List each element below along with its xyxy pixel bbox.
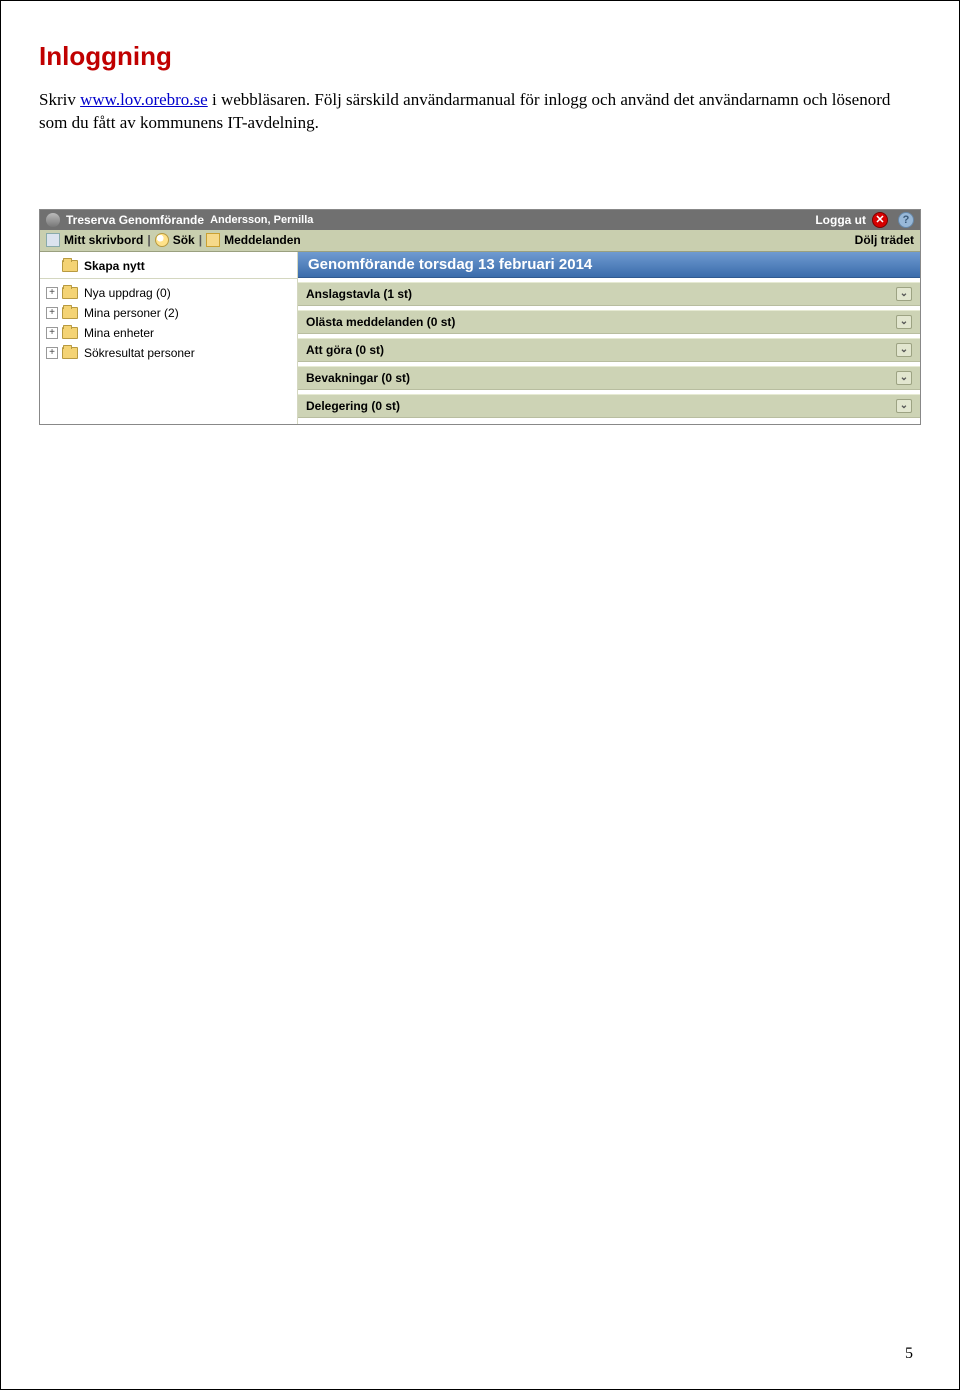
main-header: Genomförande torsdag 13 februari 2014 <box>298 252 920 278</box>
folder-icon <box>62 347 78 359</box>
nav-tree: Skapa nytt + Nya uppdrag (0) + Mina pers… <box>40 252 298 424</box>
app-screenshot: Treserva Genomförande Andersson, Pernill… <box>39 209 921 425</box>
panel-label: Att göra (0 st) <box>306 343 384 357</box>
tree-item-create[interactable]: Skapa nytt <box>40 256 297 279</box>
intro-paragraph: Skriv www.lov.orebro.se i webbläsaren. F… <box>39 89 921 135</box>
page-number: 5 <box>905 1345 913 1363</box>
intro-link[interactable]: www.lov.orebro.se <box>80 90 208 109</box>
expand-icon[interactable]: + <box>46 327 58 339</box>
tree-label: Mina personer (2) <box>84 306 179 320</box>
chevron-down-icon[interactable]: ⌄ <box>896 399 912 413</box>
app-body: Skapa nytt + Nya uppdrag (0) + Mina pers… <box>40 252 920 424</box>
tab-desktop[interactable]: Mitt skrivbord <box>64 233 143 247</box>
close-icon[interactable]: ✕ <box>872 212 888 228</box>
panel-label: Anslagstavla (1 st) <box>306 287 412 301</box>
main-pane: Genomförande torsdag 13 februari 2014 An… <box>298 252 920 424</box>
folder-icon <box>62 327 78 339</box>
tree-label: Skapa nytt <box>84 259 145 273</box>
tree-item-my-persons[interactable]: + Mina personer (2) <box>40 303 297 323</box>
chevron-down-icon[interactable]: ⌄ <box>896 371 912 385</box>
search-icon <box>155 233 169 247</box>
panel-label: Olästa meddelanden (0 st) <box>306 315 455 329</box>
page-heading: Inloggning <box>39 41 921 72</box>
panel-anslagstavla[interactable]: Anslagstavla (1 st) ⌄ <box>298 282 920 306</box>
folder-icon <box>62 287 78 299</box>
app-icon <box>46 213 60 227</box>
panel-label: Bevakningar (0 st) <box>306 371 410 385</box>
tab-messages[interactable]: Meddelanden <box>224 233 301 247</box>
expand-icon[interactable]: + <box>46 307 58 319</box>
app-titlebar: Treserva Genomförande Andersson, Pernill… <box>40 210 920 230</box>
tab-search[interactable]: Sök <box>173 233 195 247</box>
folder-icon <box>62 307 78 319</box>
document-page: Inloggning Skriv www.lov.orebro.se i web… <box>0 0 960 1390</box>
expand-icon[interactable]: + <box>46 287 58 299</box>
app-brand: Treserva Genomförande <box>66 213 204 227</box>
desktop-icon <box>46 233 60 247</box>
chevron-down-icon[interactable]: ⌄ <box>896 315 912 329</box>
tab-sep: | <box>199 233 202 247</box>
chevron-down-icon[interactable]: ⌄ <box>896 343 912 357</box>
tree-label: Sökresultat personer <box>84 346 195 360</box>
intro-pre: Skriv <box>39 90 80 109</box>
tree-label: Mina enheter <box>84 326 154 340</box>
panel-bevakningar[interactable]: Bevakningar (0 st) ⌄ <box>298 366 920 390</box>
folder-icon <box>62 260 78 272</box>
help-icon[interactable]: ? <box>898 212 914 228</box>
tabs-bar: Mitt skrivbord | Sök | Meddelanden Dölj … <box>40 230 920 252</box>
panel-att-gora[interactable]: Att göra (0 st) ⌄ <box>298 338 920 362</box>
tree-item-new-assignments[interactable]: + Nya uppdrag (0) <box>40 283 297 303</box>
logout-link[interactable]: Logga ut <box>815 213 866 227</box>
panel-label: Delegering (0 st) <box>306 399 400 413</box>
tree-item-my-units[interactable]: + Mina enheter <box>40 323 297 343</box>
logged-in-user: Andersson, Pernilla <box>210 214 313 226</box>
tree-item-search-results[interactable]: + Sökresultat personer <box>40 343 297 363</box>
panel-delegering[interactable]: Delegering (0 st) ⌄ <box>298 394 920 418</box>
panel-olasta[interactable]: Olästa meddelanden (0 st) ⌄ <box>298 310 920 334</box>
tree-noexpand <box>46 260 58 272</box>
mail-icon <box>206 233 220 247</box>
chevron-down-icon[interactable]: ⌄ <box>896 287 912 301</box>
expand-icon[interactable]: + <box>46 347 58 359</box>
hide-tree-link[interactable]: Dölj trädet <box>855 233 914 247</box>
tree-label: Nya uppdrag (0) <box>84 286 171 300</box>
tab-sep: | <box>147 233 150 247</box>
